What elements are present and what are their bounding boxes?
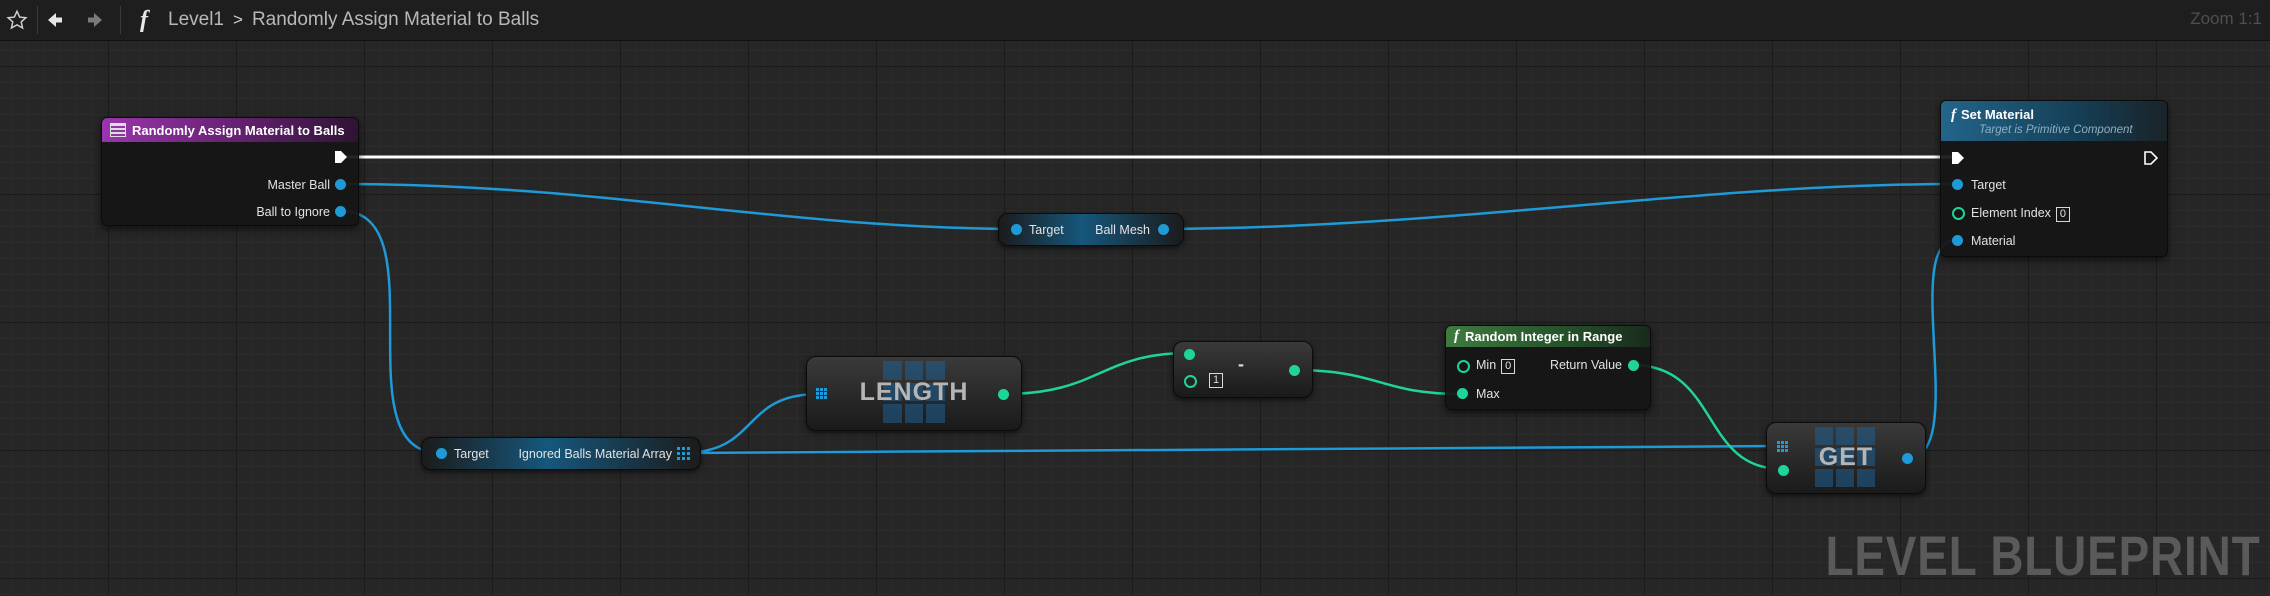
wire-ball-mesh-target: [1161, 182, 1957, 231]
function-icon: f: [1951, 106, 1956, 123]
ball-mesh-target-label: Target: [1029, 223, 1064, 237]
ball-to-ignore-pin[interactable]: [335, 206, 346, 217]
ball-mesh-output-pin[interactable]: [1158, 224, 1169, 235]
ball-mesh-target-pin[interactable]: [1011, 224, 1022, 235]
get-output-pin[interactable]: [1902, 453, 1913, 464]
master-ball-pin-label: Master Ball: [267, 178, 330, 192]
set-material-node[interactable]: f Set Material Target is Primitive Compon…: [1940, 100, 2168, 257]
ball-to-ignore-pin-label: Ball to Ignore: [256, 205, 330, 219]
get-index-pin[interactable]: [1778, 465, 1789, 476]
entry-node-icon: [110, 123, 126, 137]
wire-layer: [340, 155, 1957, 471]
material-pin[interactable]: [1952, 235, 1963, 246]
length-label: LENGTH: [859, 378, 969, 406]
element-index-pin[interactable]: [1952, 207, 1965, 220]
subtract-a-pin[interactable]: [1184, 349, 1195, 360]
min-pin[interactable]: [1457, 360, 1470, 373]
get-array-in-pin[interactable]: [1777, 441, 1788, 452]
set-target-pin[interactable]: [1952, 179, 1963, 190]
ball-mesh-getter-node[interactable]: Target Ball Mesh: [998, 213, 1184, 246]
exec-out-pin[interactable]: [2144, 151, 2158, 165]
array-get-node[interactable]: GET: [1766, 422, 1926, 494]
min-pin-row: Min 0: [1476, 358, 1516, 374]
wire-array-length: [681, 392, 820, 455]
array-output-pin[interactable]: [677, 447, 690, 460]
array-target-pin[interactable]: [436, 448, 447, 459]
subtract-output-pin[interactable]: [1289, 365, 1300, 376]
subtract-node[interactable]: 1 -: [1173, 341, 1313, 398]
return-value-label: Return Value: [1549, 358, 1622, 372]
ball-mesh-output-label: Ball Mesh: [1095, 223, 1150, 237]
max-pin[interactable]: [1457, 388, 1468, 399]
master-ball-pin[interactable]: [335, 179, 346, 190]
array-output-label: Ignored Balls Material Array: [518, 447, 672, 461]
wire-master-ball-target: [340, 182, 1018, 231]
min-value[interactable]: 0: [1501, 359, 1516, 374]
subtract-b-value[interactable]: 1: [1209, 373, 1224, 388]
set-material-header: f Set Material Target is Primitive Compon…: [1941, 101, 2167, 141]
set-material-title: Set Material: [1961, 106, 2034, 122]
random-integer-header: f Random Integer in Range: [1446, 326, 1650, 347]
length-node[interactable]: LENGTH: [806, 356, 1022, 431]
subtract-operator: -: [1238, 354, 1244, 374]
wire-return-index: [1631, 363, 1783, 471]
wire-length-subtract: [1003, 351, 1190, 396]
wire-subtract-max: [1292, 368, 1462, 396]
min-label: Min: [1476, 358, 1497, 372]
set-material-subtitle: Target is Primitive Component: [1979, 123, 2133, 136]
ignored-array-getter-node[interactable]: Target Ignored Balls Material Array: [421, 437, 701, 470]
set-target-label: Target: [1971, 178, 2006, 192]
exec-out-pin[interactable]: [334, 150, 348, 164]
entry-node-title: Randomly Assign Material to Balls: [132, 122, 345, 138]
random-integer-node[interactable]: f Random Integer in Range Min 0 Max Retur…: [1445, 325, 1651, 410]
array-target-label: Target: [454, 447, 489, 461]
level-blueprint-watermark: LEVEL BLUEPRINT: [1825, 524, 2260, 587]
length-output-pin[interactable]: [998, 389, 1009, 400]
element-index-value[interactable]: 0: [2055, 207, 2071, 222]
material-label: Material: [1971, 234, 2016, 248]
return-value-pin[interactable]: [1628, 360, 1639, 371]
element-index-row: Element Index 0: [1971, 206, 2071, 222]
wire-array-get: [681, 444, 1783, 455]
function-icon: f: [1454, 328, 1459, 344]
entry-node-header: Randomly Assign Material to Balls: [102, 118, 358, 142]
random-integer-title: Random Integer in Range: [1465, 329, 1623, 344]
max-label: Max: [1476, 387, 1500, 401]
wire-ball-to-ignore-target: [340, 209, 441, 455]
element-index-label: Element Index: [1971, 206, 2051, 220]
function-entry-node[interactable]: Randomly Assign Material to Balls Master…: [101, 117, 359, 226]
subtract-b-pin[interactable]: [1184, 375, 1197, 388]
exec-in-pin[interactable]: [1951, 151, 1965, 165]
length-array-in-pin[interactable]: [816, 388, 827, 399]
